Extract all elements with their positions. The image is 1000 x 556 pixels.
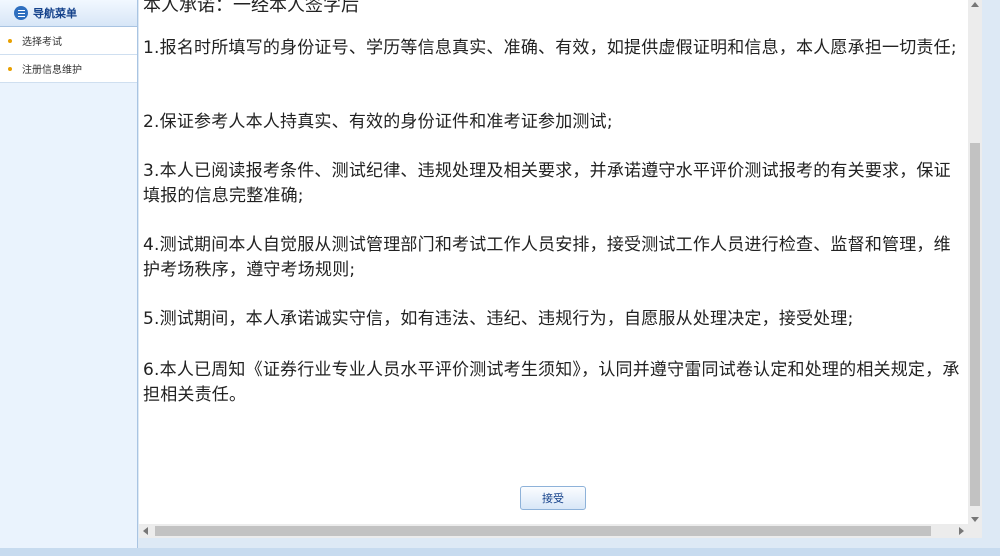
- sidebar-item-label: 选择考试: [22, 37, 62, 48]
- menu-icon: [14, 6, 28, 20]
- scroll-left-arrow-icon[interactable]: [143, 527, 148, 535]
- scroll-right-arrow-icon[interactable]: [959, 527, 964, 535]
- scroll-up-arrow-icon[interactable]: [971, 2, 979, 7]
- bullet-icon: [8, 66, 12, 71]
- accept-button[interactable]: 接受: [520, 486, 586, 510]
- horizontal-scrollbar[interactable]: [139, 524, 968, 538]
- clause-6: 6.本人已周知《证券行业专业人员水平评价测试考生须知》，认同并遵守雷同试卷认定和…: [143, 360, 960, 405]
- bullet-icon: [8, 38, 12, 43]
- horizontal-scroll-thumb[interactable]: [155, 526, 931, 536]
- sidebar-item-registration-info[interactable]: 注册信息维护: [0, 55, 137, 83]
- content-panel: 本人承诺：一经本人签字后 1.报名时所填写的身份证号、学历等信息真实、准确、有效…: [139, 0, 968, 524]
- clause-2: 2.保证参考人本人持真实、有效的身份证件和准考证参加测试;: [143, 112, 613, 132]
- vertical-scroll-thumb[interactable]: [970, 143, 980, 506]
- sidebar-item-label: 注册信息维护: [22, 65, 82, 76]
- clause-5: 5.测试期间，本人承诺诚实守信，如有违法、违纪、违规行为，自愿服从处理决定，接受…: [143, 309, 854, 329]
- scroll-down-arrow-icon[interactable]: [971, 517, 979, 522]
- clause-1: 1.报名时所填写的身份证号、学历等信息真实、准确、有效，如提供虚假证明和信息，本…: [143, 38, 957, 58]
- sidebar-header: 导航菜单: [0, 0, 137, 27]
- sidebar-item-select-exam[interactable]: 选择考试: [0, 27, 137, 55]
- window-frame-right: [982, 0, 1000, 548]
- sidebar: 导航菜单 选择考试 注册信息维护: [0, 0, 138, 548]
- scrollbar-corner: [968, 524, 982, 538]
- clause-3: 3.本人已阅读报考条件、测试纪律、违规处理及相关要求，并承诺遵守水平评价测试报考…: [143, 161, 951, 206]
- sidebar-title: 导航菜单: [33, 7, 77, 20]
- partial-heading: 本人承诺：一经本人签字后: [143, 0, 359, 16]
- window-frame-bottom: [0, 548, 1000, 556]
- vertical-scrollbar[interactable]: [968, 0, 982, 524]
- clause-4: 4.测试期间本人自觉服从测试管理部门和考试工作人员安排，接受测试工作人员进行检查…: [143, 235, 951, 280]
